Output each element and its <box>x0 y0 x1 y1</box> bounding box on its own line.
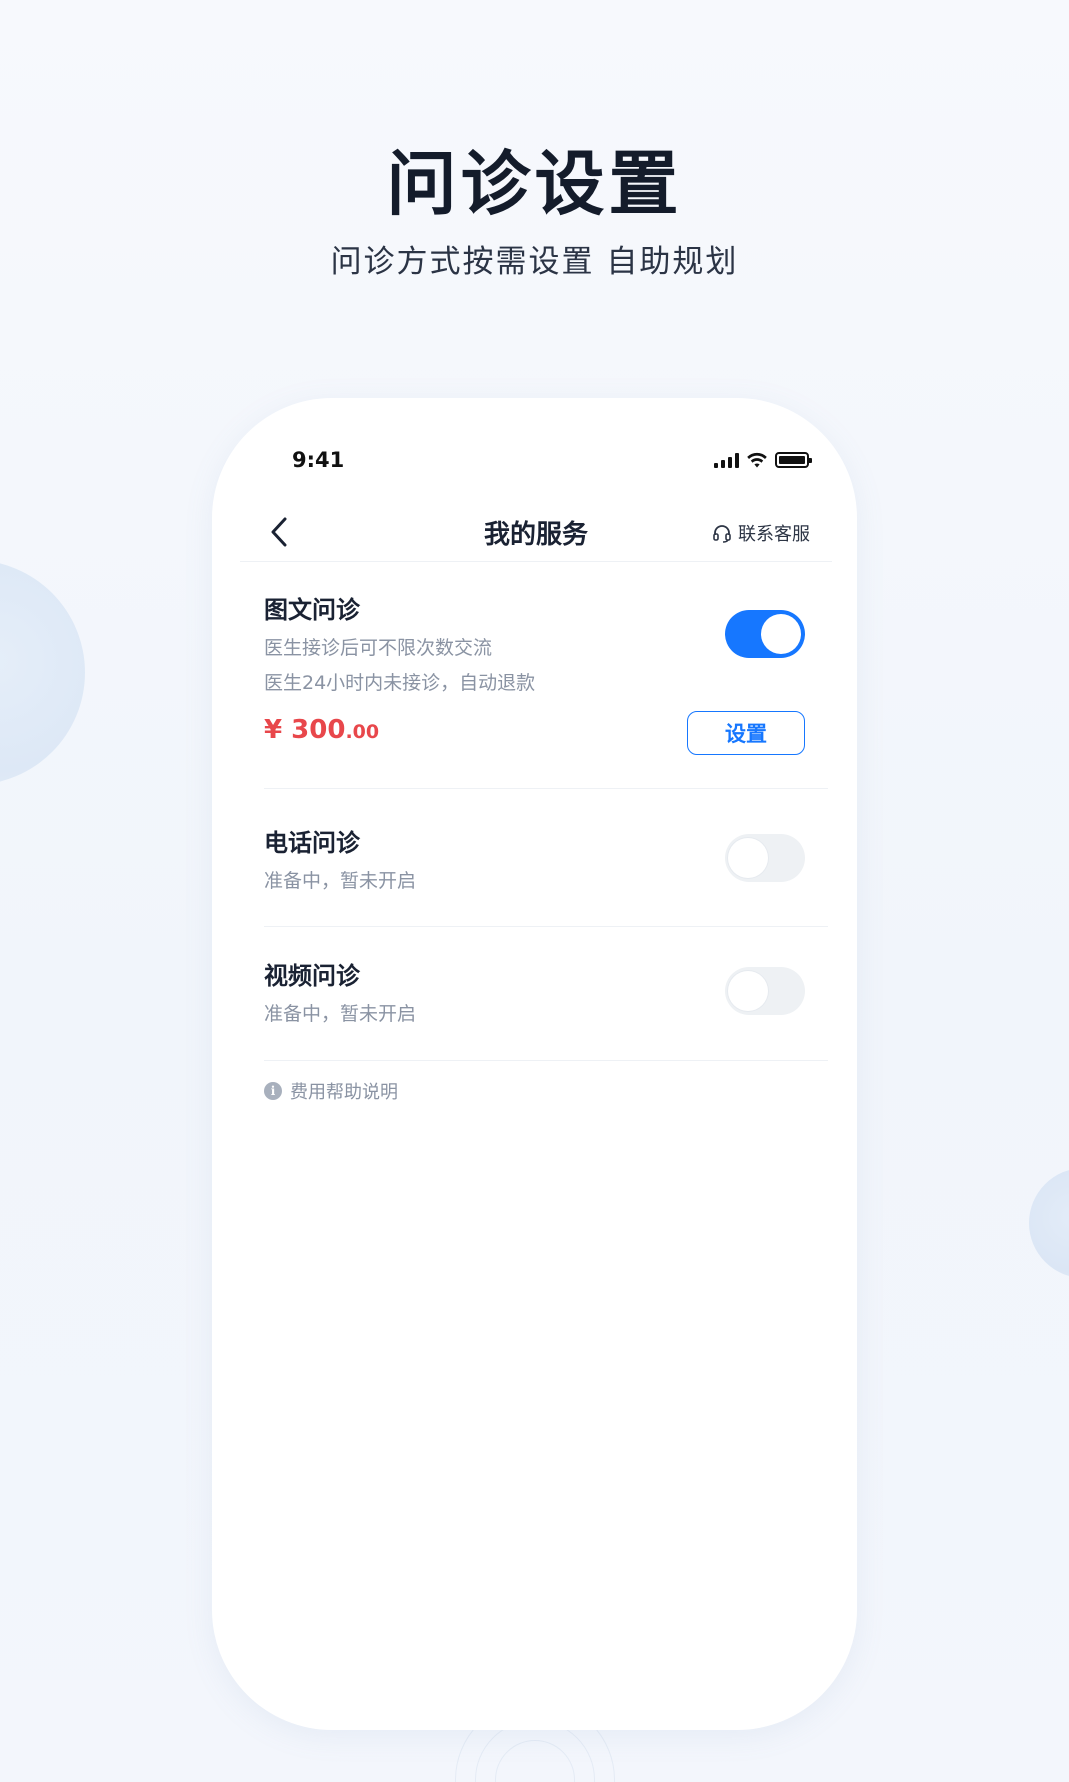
nav-bar: 我的服务 联系客服 <box>240 506 832 562</box>
fee-help-link[interactable]: i 费用帮助说明 <box>264 1078 398 1104</box>
toggle-knob <box>728 838 768 878</box>
divider <box>264 1060 828 1061</box>
status-time: 9:41 <box>292 448 345 472</box>
decorative-circle-right <box>1029 1168 1069 1278</box>
toggle-knob <box>728 971 768 1011</box>
hero-subtitle: 问诊方式按需设置 自助规划 <box>330 244 739 280</box>
divider <box>264 926 828 927</box>
price-integer: 300 <box>291 715 346 745</box>
status-icons <box>714 451 812 469</box>
headset-icon <box>713 525 731 543</box>
contact-support-label: 联系客服 <box>738 524 810 545</box>
contact-support-link[interactable]: 联系客服 <box>712 520 810 546</box>
video-consult-toggle[interactable] <box>725 967 805 1015</box>
service-desc: 医生接诊后可不限次数交流 <box>264 637 493 659</box>
phone-consult-toggle[interactable] <box>725 834 805 882</box>
fee-help-label: 费用帮助说明 <box>290 1082 398 1103</box>
decorative-circle-left <box>0 560 85 785</box>
service-desc: 准备中，暂未开启 <box>264 1003 417 1025</box>
info-icon: i <box>264 1082 282 1100</box>
toggle-knob <box>761 614 801 654</box>
screen: 问诊设置 问诊方式按需设置 自助规划 9:41 我的服务 联系客服 图文问诊 医… <box>0 0 1069 1782</box>
divider <box>264 788 828 789</box>
phone-mockup: 9:41 我的服务 联系客服 图文问诊 医生接诊后可不限次数交流 医生24小时内… <box>212 398 857 1730</box>
wifi-icon <box>747 452 767 468</box>
status-bar: 9:41 <box>212 448 857 478</box>
text-consult-toggle[interactable] <box>725 610 805 658</box>
signal-icon <box>714 452 739 468</box>
service-item-phone-consult: 电话问诊 准备中，暂未开启 <box>264 823 804 891</box>
chevron-left-icon[interactable] <box>264 514 294 550</box>
price-symbol: ¥ <box>264 715 283 745</box>
text-consult-settings-button[interactable]: 设置 <box>687 711 805 755</box>
service-name: 视频问诊 <box>264 962 360 990</box>
service-name: 电话问诊 <box>264 829 360 857</box>
hero-title: 问诊设置 <box>386 143 683 225</box>
service-desc: 医生24小时内未接诊，自动退款 <box>264 672 536 694</box>
service-item-video-consult: 视频问诊 准备中，暂未开启 <box>264 956 804 1024</box>
battery-icon <box>775 452 812 468</box>
service-desc: 准备中，暂未开启 <box>264 870 417 892</box>
service-name: 图文问诊 <box>264 596 360 624</box>
price-decimal: .00 <box>345 721 380 743</box>
